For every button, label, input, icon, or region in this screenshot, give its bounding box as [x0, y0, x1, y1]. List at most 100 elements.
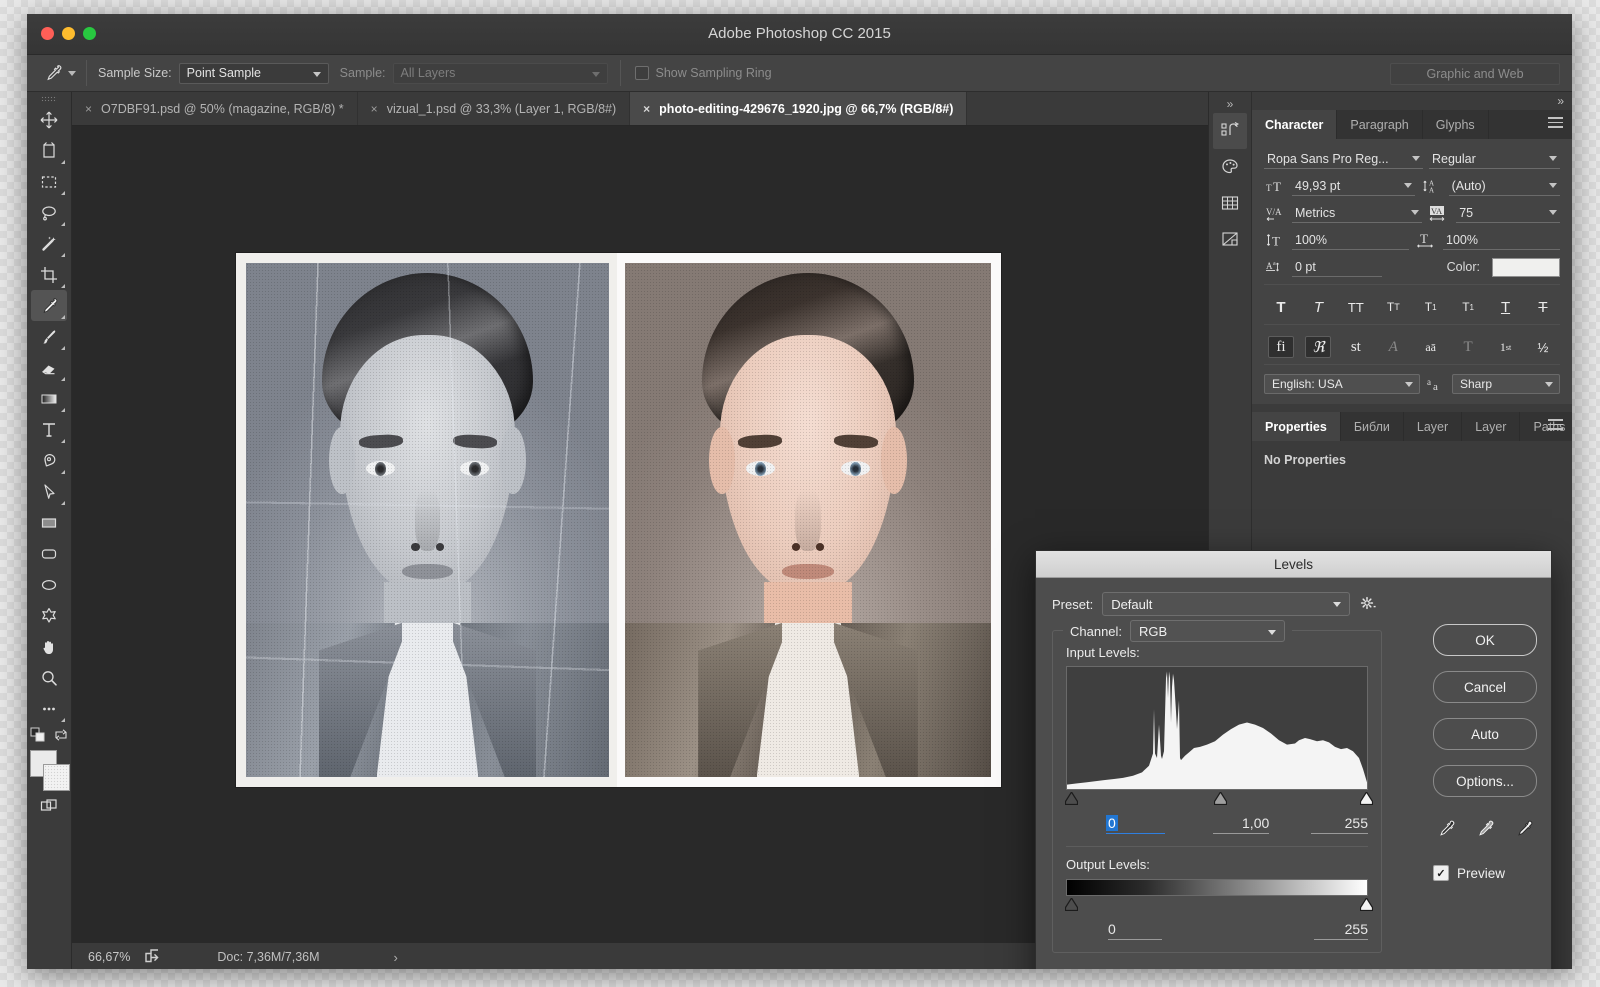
swash-button[interactable]: A: [1380, 336, 1406, 358]
preview-row[interactable]: ✓ Preview: [1433, 865, 1537, 881]
options-button[interactable]: Options...: [1433, 765, 1537, 797]
history-panel-icon[interactable]: [1213, 113, 1247, 149]
small-caps-button[interactable]: TT: [1380, 296, 1406, 318]
show-sampling-ring-group[interactable]: Show Sampling Ring: [619, 60, 772, 86]
tab-glyphs[interactable]: Glyphs: [1422, 110, 1489, 139]
font-style-select[interactable]: Regular: [1429, 149, 1560, 169]
close-icon[interactable]: ×: [643, 103, 650, 115]
vertical-scale-field[interactable]: 100%: [1292, 230, 1409, 250]
gear-icon[interactable]: [1359, 595, 1377, 614]
sample-select[interactable]: All Layers: [392, 62, 608, 84]
input-shadow-field[interactable]: 0: [1106, 812, 1165, 834]
document-tab-2[interactable]: × vizual_1.psd @ 33,3% (Layer 1, RGB/8#): [357, 92, 631, 125]
custom-shape-tool[interactable]: [31, 600, 67, 631]
zoom-level[interactable]: 66,67%: [88, 950, 130, 964]
ok-button[interactable]: OK: [1433, 624, 1537, 656]
eraser-tool[interactable]: [31, 352, 67, 383]
antialias-select[interactable]: Sharp: [1452, 374, 1560, 394]
font-size-field[interactable]: 49,93 pt: [1292, 176, 1415, 196]
fractions-button[interactable]: ½: [1530, 336, 1556, 358]
brush-tool[interactable]: [31, 321, 67, 352]
leading-field[interactable]: (Auto): [1448, 176, 1561, 196]
show-sampling-ring-checkbox[interactable]: [634, 66, 649, 80]
preset-select[interactable]: Default: [1102, 592, 1351, 616]
kerning-field[interactable]: Metrics: [1292, 203, 1423, 223]
eyedropper-tool[interactable]: [31, 290, 67, 321]
document-tab-3[interactable]: × photo-editing-429676_1920.jpg @ 66,7% …: [630, 92, 968, 125]
properties-panel-menu-icon[interactable]: [1548, 419, 1563, 430]
tool-preset-picker[interactable]: [37, 60, 87, 86]
horizontal-scale-field[interactable]: 100%: [1443, 230, 1560, 250]
tab-layer-comps[interactable]: Layer: [1462, 412, 1521, 441]
screen-mode-tool[interactable]: [31, 790, 67, 821]
lasso-tool[interactable]: [31, 197, 67, 228]
midtone-input-handle[interactable]: [1214, 792, 1227, 805]
hand-tool[interactable]: [31, 631, 67, 662]
oldstyle-button[interactable]: aā: [1418, 336, 1444, 358]
default-colors-icon[interactable]: [29, 726, 47, 744]
document-tab-1[interactable]: × O7DBF91.psd @ 50% (magazine, RGB/8) *: [72, 92, 358, 125]
faux-italic-button[interactable]: T: [1305, 296, 1331, 318]
output-shadow-field[interactable]: 0: [1108, 918, 1162, 940]
text-color-swatch[interactable]: [1492, 257, 1560, 277]
workspace-switcher[interactable]: Graphic and Web: [1390, 63, 1560, 85]
output-highlight-field[interactable]: 255: [1314, 918, 1368, 940]
cancel-button[interactable]: Cancel: [1433, 671, 1537, 703]
marquee-tool[interactable]: [31, 166, 67, 197]
set-gray-point-icon[interactable]: [1474, 818, 1496, 845]
pen-tool[interactable]: [31, 445, 67, 476]
ordinals-button[interactable]: 1st: [1493, 336, 1519, 358]
path-selection-tool[interactable]: [31, 476, 67, 507]
color-palette-panel-icon[interactable]: [1213, 149, 1247, 185]
tracking-field[interactable]: 75: [1456, 203, 1560, 223]
tab-character[interactable]: Character: [1252, 110, 1338, 139]
share-icon[interactable]: [144, 948, 161, 966]
baseline-shift-field[interactable]: 0 pt: [1292, 257, 1382, 277]
rectangle-tool[interactable]: [31, 507, 67, 538]
move-tool[interactable]: [31, 104, 67, 135]
channel-select[interactable]: RGB: [1130, 620, 1286, 642]
superscript-button[interactable]: T1: [1418, 296, 1444, 318]
titling-alternates-button[interactable]: T: [1455, 336, 1481, 358]
collapse-panels-icon[interactable]: »: [1557, 94, 1564, 108]
type-tool[interactable]: [31, 414, 67, 445]
highlight-input-handle[interactable]: [1360, 792, 1373, 805]
font-family-select[interactable]: Ropa Sans Pro Reg...: [1264, 149, 1423, 169]
underline-button[interactable]: T: [1493, 296, 1519, 318]
output-shadow-handle[interactable]: [1065, 898, 1078, 911]
close-icon[interactable]: ×: [371, 103, 378, 115]
adjustments-panel-icon[interactable]: [1213, 221, 1247, 257]
color-swatches[interactable]: [30, 750, 70, 791]
zoom-tool[interactable]: [31, 662, 67, 693]
swap-colors-icon[interactable]: [53, 727, 69, 743]
levels-dialog[interactable]: Levels Preset: Default Channel: RGB Inpu…: [1035, 550, 1552, 969]
rounded-rectangle-tool[interactable]: [31, 538, 67, 569]
artboard-tool[interactable]: [31, 135, 67, 166]
more-tools[interactable]: [31, 693, 67, 724]
levels-histogram[interactable]: [1066, 666, 1368, 790]
all-caps-button[interactable]: TT: [1343, 296, 1369, 318]
output-gradient-bar[interactable]: [1066, 879, 1368, 896]
preview-checkbox[interactable]: ✓: [1433, 865, 1449, 881]
ellipse-tool[interactable]: [31, 569, 67, 600]
toolbox-grip[interactable]: [41, 96, 57, 102]
tab-libraries[interactable]: Библи: [1340, 412, 1404, 441]
collapse-dock-icon[interactable]: »: [1227, 95, 1234, 113]
input-levels-sliders[interactable]: [1065, 792, 1373, 808]
grid-panel-icon[interactable]: [1213, 185, 1247, 221]
strikethrough-button[interactable]: T: [1530, 296, 1556, 318]
canvas-image[interactable]: [236, 253, 1001, 787]
output-levels-sliders[interactable]: [1065, 898, 1373, 914]
sample-size-select[interactable]: Point Sample: [178, 62, 329, 84]
contextual-alternates-button[interactable]: ℜ: [1305, 336, 1332, 358]
character-panel-menu-icon[interactable]: [1548, 117, 1563, 128]
set-white-point-icon[interactable]: [1513, 818, 1535, 845]
standard-ligatures-button[interactable]: fi: [1268, 336, 1294, 358]
tab-paths[interactable]: Paths: [1520, 412, 1572, 441]
input-highlight-field[interactable]: 255: [1311, 812, 1368, 834]
crop-tool[interactable]: [31, 259, 67, 290]
close-icon[interactable]: ×: [85, 103, 92, 115]
auto-button[interactable]: Auto: [1433, 718, 1537, 750]
input-midtone-field[interactable]: 1,00: [1212, 812, 1270, 834]
faux-bold-button[interactable]: T: [1268, 296, 1294, 318]
